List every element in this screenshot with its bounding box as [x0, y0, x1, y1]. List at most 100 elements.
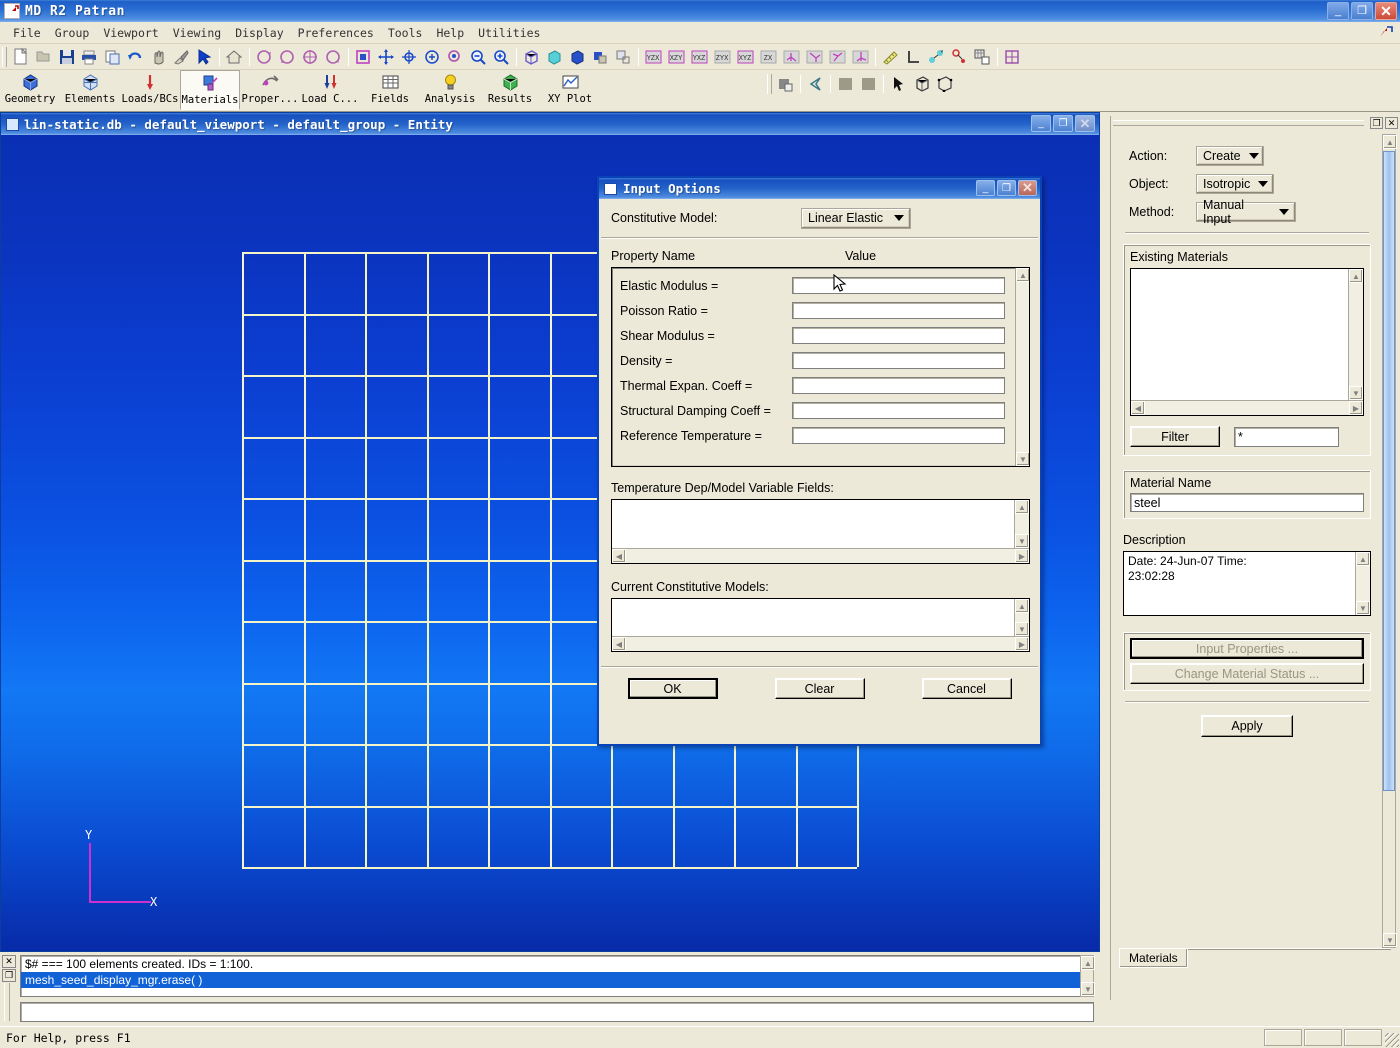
existing-materials-hscroll[interactable]: ◀ ▶	[1131, 400, 1363, 415]
temperature-fields-items[interactable]	[612, 500, 1014, 548]
description-vscroll[interactable]: ▲ ▼	[1355, 552, 1370, 615]
clear-button[interactable]: Clear	[774, 678, 865, 699]
node-create-icon[interactable]	[926, 46, 947, 67]
panel-close-button[interactable]: ✕	[1385, 117, 1398, 129]
menu-utilities[interactable]: Utilities	[471, 24, 547, 42]
plot-erase-icon[interactable]	[1002, 46, 1023, 67]
existing-materials-items[interactable]	[1131, 269, 1348, 400]
view-iso-2-icon[interactable]	[804, 46, 825, 67]
menubar-help-icon[interactable]	[1378, 25, 1394, 45]
property-input-density[interactable]	[792, 352, 1005, 369]
panel-scroll-thumb[interactable]	[1383, 151, 1395, 791]
menu-viewport[interactable]: Viewport	[96, 24, 165, 42]
material-name-input[interactable]	[1130, 493, 1364, 512]
panel-restore-button[interactable]: ❐	[1370, 117, 1383, 129]
current-models-hscroll[interactable]: ◀ ▶	[612, 636, 1029, 651]
panel-grip[interactable]	[1113, 120, 1364, 126]
constitutive-model-dropdown[interactable]: Linear Elastic	[801, 207, 911, 229]
pan-view-icon[interactable]	[376, 46, 397, 67]
show-wireframe-icon[interactable]	[934, 73, 955, 94]
shaded-blue-view-icon[interactable]	[567, 46, 588, 67]
property-input-poisson-ratio[interactable]	[792, 302, 1005, 319]
description-text[interactable]: Date: 24-Jun-07 Time: 23:02:28	[1124, 552, 1355, 615]
property-input-elastic-modulus[interactable]	[792, 277, 1005, 294]
scroll-right-icon[interactable]: ▶	[1349, 401, 1363, 415]
panel-scroll-up-icon[interactable]: ▲	[1383, 135, 1397, 149]
minimize-button[interactable]: _	[1327, 2, 1349, 20]
list-item[interactable]: mesh_seed_display_mgr.erase( )	[21, 972, 1093, 988]
paint-brush-icon[interactable]	[171, 46, 192, 67]
fit-view-icon[interactable]	[353, 46, 374, 67]
filter-button[interactable]: Filter	[1130, 426, 1220, 447]
rotate-view-2-icon[interactable]	[277, 46, 298, 67]
view-yzx-icon[interactable]: YZX	[643, 46, 664, 67]
shaded-cyan-view-icon[interactable]	[544, 46, 565, 67]
viewport-close-button[interactable]: ✕	[1075, 115, 1095, 132]
scroll-up-icon[interactable]: ▲	[1081, 956, 1095, 970]
module-fields[interactable]: Fields	[360, 70, 420, 110]
panel-scroll-down-icon[interactable]: ▼	[1383, 933, 1397, 947]
view-iso-4-icon[interactable]	[850, 46, 871, 67]
pick-cursor-icon[interactable]	[888, 73, 909, 94]
menu-file[interactable]: File	[6, 24, 48, 42]
cancel-button[interactable]: Cancel	[921, 678, 1012, 699]
module-properties[interactable]: Proper...	[240, 70, 300, 110]
secondary-toolbar-grip[interactable]	[767, 73, 772, 94]
menu-group[interactable]: Group	[48, 24, 97, 42]
action-dropdown[interactable]: Create	[1196, 146, 1264, 166]
scroll-down-icon[interactable]: ▼	[1015, 622, 1029, 636]
clip-plane-icon[interactable]	[805, 73, 826, 94]
close-button[interactable]: ✕	[1375, 2, 1397, 20]
command-history-scrollbar[interactable]: ▲ ▼	[1080, 955, 1095, 997]
texture-render-icon[interactable]	[775, 73, 796, 94]
module-load-cases[interactable]: Load C...	[300, 70, 360, 110]
scroll-left-icon[interactable]: ◀	[1131, 401, 1145, 415]
view-iso-3-icon[interactable]	[827, 46, 848, 67]
view-zx-icon[interactable]: ZX	[758, 46, 779, 67]
current-models-items[interactable]	[612, 599, 1014, 636]
render-style-icon[interactable]	[613, 46, 634, 67]
command-history-list[interactable]: $# === 100 elements created. IDs = 1:100…	[20, 955, 1094, 997]
maximize-button[interactable]: ❐	[1351, 2, 1373, 20]
save-icon[interactable]	[56, 46, 77, 67]
toolbar-grip[interactable]	[2, 46, 7, 67]
scroll-down-icon[interactable]: ▼	[1016, 452, 1029, 466]
scroll-left-icon[interactable]: ◀	[612, 549, 626, 563]
coord-system-icon[interactable]	[903, 46, 924, 67]
scroll-left-icon[interactable]: ◀	[612, 637, 626, 651]
command-input[interactable]	[20, 1002, 1094, 1022]
temperature-fields-vscroll[interactable]: ▲ ▼	[1014, 500, 1029, 548]
scroll-up-icon[interactable]: ▲	[1349, 269, 1363, 283]
zoom-in-icon[interactable]	[491, 46, 512, 67]
scroll-down-icon[interactable]: ▼	[1081, 982, 1095, 996]
new-file-icon[interactable]	[10, 46, 31, 67]
existing-materials-listbox[interactable]: ▲ ▼ ◀ ▶	[1130, 268, 1364, 416]
property-input-reference-temperature[interactable]	[792, 427, 1005, 444]
scroll-up-icon[interactable]: ▲	[1016, 268, 1029, 282]
rotate-view-1-icon[interactable]	[254, 46, 275, 67]
module-loads-bcs[interactable]: Loads/BCs	[120, 70, 180, 110]
property-input-thermal-expan-coeff[interactable]	[792, 377, 1005, 394]
module-results[interactable]: Results	[480, 70, 540, 110]
scroll-down-icon[interactable]: ▼	[1349, 386, 1363, 400]
scroll-right-icon[interactable]: ▶	[1015, 549, 1029, 563]
existing-materials-vscroll[interactable]: ▲ ▼	[1348, 269, 1363, 400]
menu-help[interactable]: Help	[429, 24, 471, 42]
scroll-up-icon[interactable]: ▲	[1356, 552, 1370, 566]
table-create-icon[interactable]	[972, 46, 993, 67]
module-elements[interactable]: Elements	[60, 70, 120, 110]
tab-materials[interactable]: Materials	[1119, 948, 1188, 968]
rotate-view-4-icon[interactable]	[323, 46, 344, 67]
menu-preferences[interactable]: Preferences	[291, 24, 381, 42]
property-input-structural-damping-coeff[interactable]	[792, 402, 1005, 419]
dialog-close-button[interactable]: ✕	[1018, 180, 1037, 196]
filter-input[interactable]	[1234, 426, 1339, 447]
view-iso-1-icon[interactable]	[781, 46, 802, 67]
scroll-up-icon[interactable]: ▲	[1015, 500, 1029, 514]
input-properties-button[interactable]: Input Properties ...	[1130, 638, 1364, 659]
zoom-fit-icon[interactable]	[422, 46, 443, 67]
panel-scrollbar[interactable]: ▲ ▼	[1382, 134, 1397, 948]
print-icon[interactable]	[79, 46, 100, 67]
scroll-up-icon[interactable]: ▲	[1015, 599, 1029, 613]
undo-icon[interactable]	[125, 46, 146, 67]
